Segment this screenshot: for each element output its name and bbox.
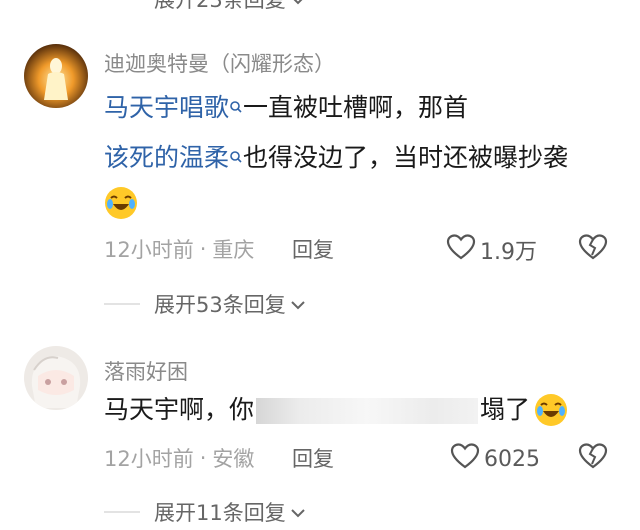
comment-meta: 12小时前 · 安徽 xyxy=(104,443,254,473)
comment-text-line1: 一直被吐槽啊，那首 xyxy=(243,93,469,122)
like-button[interactable]: 6025 xyxy=(450,442,540,476)
timestamp: 12小时前 xyxy=(104,447,194,471)
search-icon xyxy=(229,84,243,132)
laugh-cry-emoji-icon xyxy=(534,393,568,431)
comment-username[interactable]: 迪迦奥特曼（闪耀形态） xyxy=(104,48,335,78)
chevron-down-icon xyxy=(290,0,306,11)
avatar[interactable] xyxy=(24,346,88,410)
location: 安徽 xyxy=(212,447,255,471)
heart-icon xyxy=(450,442,480,476)
search-link[interactable]: 该死的温柔 xyxy=(104,143,229,172)
separator: · xyxy=(199,446,207,470)
search-icon xyxy=(229,134,243,182)
expand-label: 展开23条回复 xyxy=(154,0,286,12)
timestamp: 12小时前 xyxy=(104,238,194,262)
comment-username[interactable]: 落雨好困 xyxy=(104,356,188,386)
comment-text-end: 塌了 xyxy=(480,395,531,424)
like-count: 6025 xyxy=(484,446,540,472)
comment-text-end-wrap: 塌了 xyxy=(480,386,530,434)
broken-heart-icon[interactable] xyxy=(578,233,608,265)
reply-button[interactable]: 回复 xyxy=(292,234,334,264)
like-count: 1.9万 xyxy=(480,240,537,265)
separator: · xyxy=(199,237,207,261)
chevron-down-icon xyxy=(290,292,306,316)
heart-icon xyxy=(446,233,476,267)
like-button[interactable]: 1.9万 xyxy=(446,233,537,267)
expand-replies[interactable]: 展开53条回复 xyxy=(104,289,306,319)
comment-text: 马天宇唱歌 一直被吐槽啊，那首 xyxy=(104,84,624,132)
expand-replies[interactable]: 展开11条回复 xyxy=(104,497,306,527)
expand-divider xyxy=(104,511,140,513)
expand-divider xyxy=(104,303,140,305)
laugh-cry-emoji-icon xyxy=(104,186,138,224)
broken-heart-icon[interactable] xyxy=(578,442,608,474)
comment-text-line2-wrap: 该死的温柔 也得没边了，当时还被曝抄袭 xyxy=(104,134,624,182)
search-link[interactable]: 马天宇唱歌 xyxy=(104,93,229,122)
avatar[interactable] xyxy=(24,44,88,108)
reply-button[interactable]: 回复 xyxy=(292,443,334,473)
chevron-down-icon xyxy=(290,500,306,524)
comment-meta: 12小时前 · 重庆 xyxy=(104,234,254,264)
blurred-text xyxy=(256,398,478,424)
comment-text-line2: 也得没边了，当时还被曝抄袭 xyxy=(243,143,569,172)
comment-text-start: 马天宇啊，你 xyxy=(104,395,255,424)
location: 重庆 xyxy=(212,238,255,262)
expand-replies-top[interactable]: 展开23条回复 xyxy=(104,0,306,14)
expand-label: 展开53条回复 xyxy=(154,293,286,317)
expand-label: 展开11条回复 xyxy=(154,501,286,525)
